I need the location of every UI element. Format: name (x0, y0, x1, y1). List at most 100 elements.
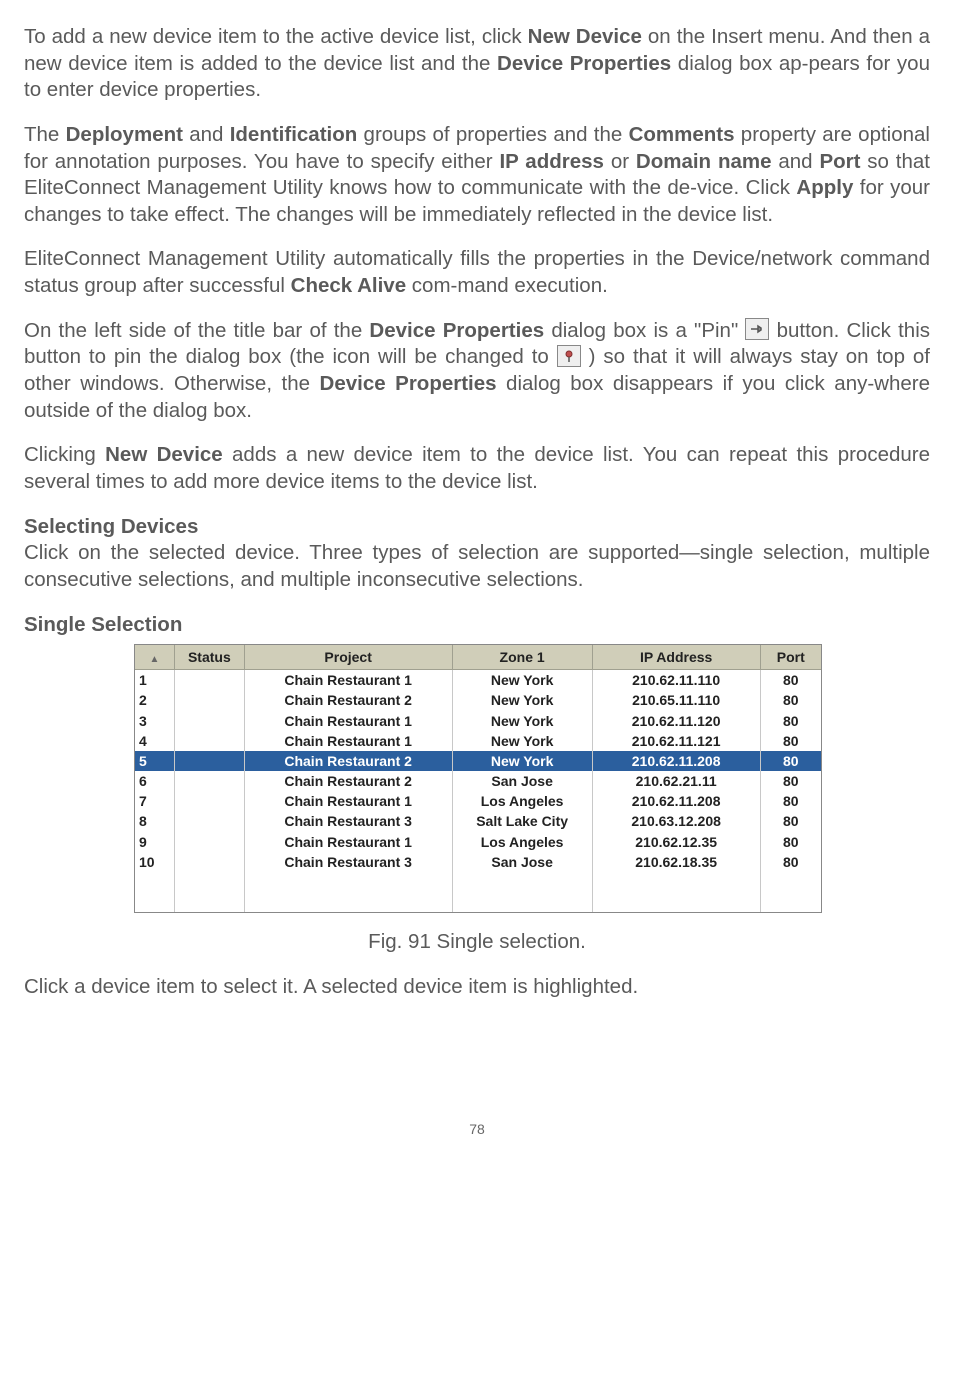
cell-port: 80 (760, 771, 821, 791)
bold: New Device (105, 443, 223, 466)
cell-project: Chain Restaurant 1 (244, 791, 452, 811)
cell-index: 5 (135, 751, 174, 771)
text: dialog box is a "Pin" (544, 319, 745, 342)
text: Clicking (24, 443, 105, 466)
col-project[interactable]: Project (244, 645, 452, 670)
cell-zone: San Jose (452, 771, 592, 791)
col-zone[interactable]: Zone 1 (452, 645, 592, 670)
bold: Device Properties (320, 372, 497, 395)
cell-index: 6 (135, 771, 174, 791)
cell-status (174, 690, 244, 710)
cell-status (174, 791, 244, 811)
cell-zone: Salt Lake City (452, 811, 592, 831)
device-table: ▲ Status Project Zone 1 IP Address Port … (134, 644, 822, 913)
table-row[interactable]: 5Chain Restaurant 2New York210.62.11.208… (135, 751, 821, 771)
cell-zone: New York (452, 670, 592, 691)
col-status[interactable]: Status (174, 645, 244, 670)
heading-single-selection: Single Selection (24, 612, 930, 639)
bold: Check Alive (291, 274, 406, 297)
table-row[interactable]: 8Chain Restaurant 3Salt Lake City210.63.… (135, 811, 821, 831)
bold: Deployment (66, 123, 183, 146)
cell-ip: 210.62.11.110 (592, 670, 760, 691)
text: or (604, 150, 636, 173)
bold: Identification (230, 123, 358, 146)
cell-project: Chain Restaurant 1 (244, 711, 452, 731)
col-ip[interactable]: IP Address (592, 645, 760, 670)
cell-ip: 210.62.11.120 (592, 711, 760, 731)
bold: Apply (796, 176, 853, 199)
pin-vertical-icon (557, 345, 581, 367)
table-row[interactable]: 9Chain Restaurant 1Los Angeles210.62.12.… (135, 832, 821, 852)
cell-index: 3 (135, 711, 174, 731)
cell-status (174, 811, 244, 831)
paragraph-6: Click on the selected device. Three type… (24, 540, 930, 593)
text: The (24, 123, 66, 146)
cell-zone: New York (452, 731, 592, 751)
cell-port: 80 (760, 751, 821, 771)
table-row[interactable] (135, 892, 821, 912)
cell-status (174, 711, 244, 731)
cell-index: 8 (135, 811, 174, 831)
cell-zone: San Jose (452, 852, 592, 872)
cell-status (174, 832, 244, 852)
cell-status (174, 771, 244, 791)
table-row[interactable]: 3Chain Restaurant 1New York210.62.11.120… (135, 711, 821, 731)
col-index[interactable]: ▲ (135, 645, 174, 670)
table-header-row: ▲ Status Project Zone 1 IP Address Port (135, 645, 821, 670)
cell-index: 9 (135, 832, 174, 852)
cell-status (174, 670, 244, 691)
table-row[interactable] (135, 872, 821, 892)
paragraph-3: EliteConnect Management Utility automati… (24, 246, 930, 299)
cell-project: Chain Restaurant 1 (244, 832, 452, 852)
cell-project: Chain Restaurant 2 (244, 751, 452, 771)
cell-ip: 210.62.18.35 (592, 852, 760, 872)
cell-project: Chain Restaurant 1 (244, 731, 452, 751)
table-row[interactable]: 6Chain Restaurant 2San Jose210.62.21.118… (135, 771, 821, 791)
table-row[interactable]: 7Chain Restaurant 1Los Angeles210.62.11.… (135, 791, 821, 811)
text: groups of properties and the (357, 123, 628, 146)
figure-caption: Fig. 91 Single selection. (24, 929, 930, 956)
cell-ip: 210.62.11.208 (592, 751, 760, 771)
cell-port: 80 (760, 711, 821, 731)
cell-project: Chain Restaurant 3 (244, 852, 452, 872)
bold: Device Properties (497, 52, 671, 75)
bold: New Device (528, 25, 642, 48)
cell-project: Chain Restaurant 1 (244, 670, 452, 691)
cell-ip: 210.62.11.121 (592, 731, 760, 751)
cell-index: 1 (135, 670, 174, 691)
text: On the left side of the title bar of the (24, 319, 369, 342)
cell-ip: 210.62.11.208 (592, 791, 760, 811)
text: com-mand execution. (406, 274, 608, 297)
bold: Device Properties (369, 319, 544, 342)
cell-status (174, 731, 244, 751)
cell-index: 4 (135, 731, 174, 751)
text: To add a new device item to the active d… (24, 25, 528, 48)
cell-ip: 210.63.12.208 (592, 811, 760, 831)
paragraph-5: Clicking New Device adds a new device it… (24, 442, 930, 495)
cell-index: 2 (135, 690, 174, 710)
sort-asc-icon: ▲ (150, 654, 160, 665)
cell-ip: 210.65.11.110 (592, 690, 760, 710)
text: and (772, 150, 820, 173)
cell-index: 10 (135, 852, 174, 872)
cell-port: 80 (760, 852, 821, 872)
cell-port: 80 (760, 811, 821, 831)
bold: Domain name (636, 150, 772, 173)
cell-port: 80 (760, 670, 821, 691)
table-row[interactable]: 1 Chain Restaurant 1New York210.62.11.110… (135, 670, 821, 691)
cell-status (174, 852, 244, 872)
paragraph-2: The Deployment and Identification groups… (24, 122, 930, 229)
table-row[interactable]: 2 Chain Restaurant 2New York210.65.11.110… (135, 690, 821, 710)
cell-project: Chain Restaurant 2 (244, 771, 452, 791)
col-port[interactable]: Port (760, 645, 821, 670)
cell-ip: 210.62.12.35 (592, 832, 760, 852)
bold: Comments (629, 123, 735, 146)
cell-port: 80 (760, 791, 821, 811)
cell-project: Chain Restaurant 2 (244, 690, 452, 710)
cell-zone: New York (452, 690, 592, 710)
cell-zone: Los Angeles (452, 791, 592, 811)
table-row[interactable]: 4 Chain Restaurant 1New York210.62.11.121… (135, 731, 821, 751)
table-row[interactable]: 10 Chain Restaurant 3San Jose210.62.18.35… (135, 852, 821, 872)
paragraph-1: To add a new device item to the active d… (24, 24, 930, 104)
heading-selecting-devices: Selecting Devices (24, 514, 930, 541)
